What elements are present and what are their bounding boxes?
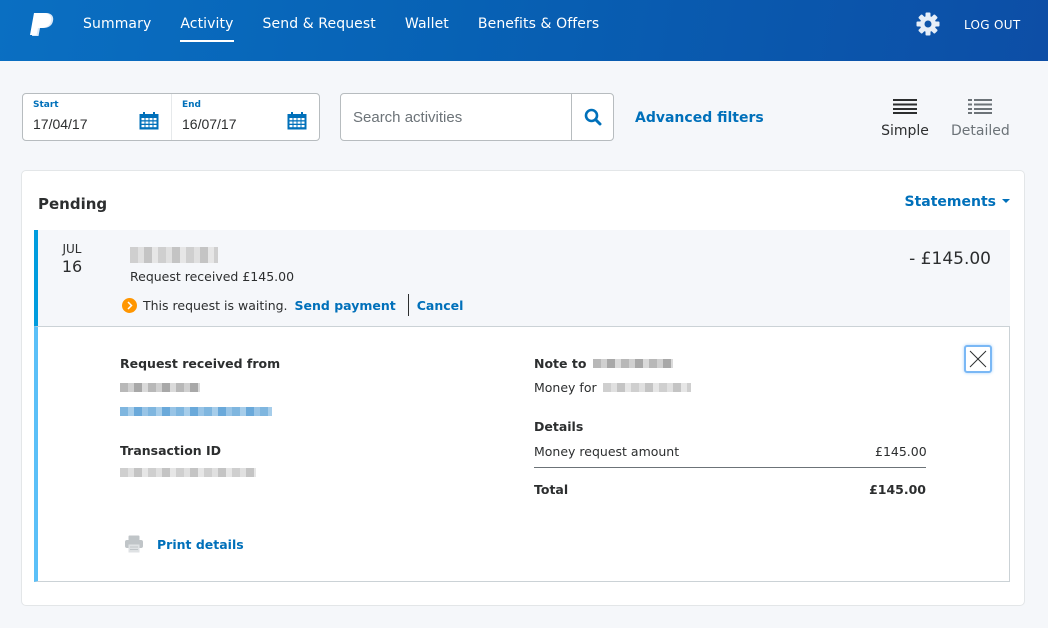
nav-send-request[interactable]: Send & Request — [263, 0, 376, 61]
advanced-filters-link[interactable]: Advanced filters — [635, 110, 764, 126]
send-payment-link[interactable]: Send payment — [295, 298, 396, 313]
transaction-details-panel: Request received from Transaction ID Not… — [34, 326, 1010, 582]
statements-label: Statements — [904, 194, 997, 210]
redacted-sender-email[interactable] — [120, 407, 272, 416]
cancel-link[interactable]: Cancel — [417, 298, 464, 313]
logout-button[interactable]: LOG OUT — [964, 18, 1020, 32]
start-date-value[interactable]: 17/04/17 — [33, 116, 88, 132]
redacted-note-recipient — [592, 359, 673, 368]
request-from-heading: Request received from — [120, 356, 281, 371]
calendar-icon[interactable] — [287, 112, 307, 130]
total-label: Total — [534, 482, 569, 497]
main-nav: Summary Activity Send & Request Wallet B… — [83, 0, 628, 61]
calendar-icon[interactable] — [139, 112, 159, 130]
redacted-transaction-id — [120, 468, 256, 477]
status-text: This request is waiting. — [143, 297, 288, 313]
pending-title: Pending — [38, 195, 108, 213]
end-date-label: End — [182, 100, 201, 110]
note-text-label: Money for — [534, 380, 597, 395]
view-simple-label: Simple — [881, 123, 929, 139]
chevron-circle-icon — [122, 297, 137, 313]
view-detailed-toggle[interactable]: Detailed — [951, 98, 1010, 139]
pending-card: Pending Statements JUL 16 Request receiv… — [21, 170, 1025, 606]
transaction-amount: - £145.00 — [909, 249, 991, 269]
redacted-counterparty-name — [130, 247, 218, 263]
transaction-subtitle: Request received £145.00 — [130, 269, 295, 284]
nav-wallet[interactable]: Wallet — [405, 0, 449, 61]
nav-benefits-offers[interactable]: Benefits & Offers — [478, 0, 599, 61]
date-range-picker: Start 17/04/17 End 16/07/17 — [22, 93, 320, 141]
paypal-logo-icon[interactable] — [27, 10, 57, 40]
pending-transaction-row[interactable]: JUL 16 Request received £145.00 This req… — [34, 230, 1010, 326]
view-detailed-label: Detailed — [951, 123, 1010, 139]
end-date-value[interactable]: 16/07/17 — [182, 116, 237, 132]
nav-activity[interactable]: Activity — [180, 0, 234, 61]
start-date-field[interactable]: Start 17/04/17 — [23, 94, 171, 140]
statements-dropdown[interactable]: Statements — [904, 194, 1010, 210]
transaction-date: JUL 16 — [58, 242, 86, 276]
search-button[interactable] — [571, 94, 613, 140]
redacted-sender-name — [120, 383, 200, 392]
note-text: Money for — [534, 380, 691, 395]
transaction-id-heading: Transaction ID — [120, 443, 222, 458]
redacted-note-subject — [602, 383, 691, 392]
search-box — [340, 93, 614, 141]
gear-icon[interactable] — [915, 11, 941, 37]
top-navigation-bar: Summary Activity Send & Request Wallet B… — [0, 0, 1048, 61]
link-divider — [407, 294, 409, 316]
caret-down-icon — [1002, 199, 1010, 203]
details-divider — [534, 467, 926, 468]
details-heading: Details — [534, 419, 584, 434]
total-value: £145.00 — [869, 482, 926, 497]
line-item-label: Money request amount — [534, 444, 680, 459]
transaction-day: 16 — [61, 257, 83, 276]
search-icon — [584, 108, 602, 126]
transaction-status: This request is waiting. Send payment Ca… — [122, 294, 463, 316]
list-detailed-icon — [968, 99, 992, 114]
list-simple-icon — [893, 99, 917, 114]
search-input[interactable] — [341, 94, 572, 140]
note-to-heading: Note to — [534, 356, 673, 371]
printer-icon[interactable] — [124, 535, 144, 553]
start-date-label: Start — [33, 100, 59, 110]
transaction-month: JUL — [62, 242, 82, 256]
close-icon — [969, 350, 987, 368]
end-date-field[interactable]: End 16/07/17 — [171, 94, 319, 140]
line-item-value: £145.00 — [875, 444, 927, 459]
close-details-button[interactable] — [964, 345, 992, 373]
print-details-link[interactable]: Print details — [157, 537, 244, 552]
nav-summary[interactable]: Summary — [83, 0, 151, 61]
view-simple-toggle[interactable]: Simple — [881, 98, 929, 139]
note-to-label: Note to — [534, 356, 587, 371]
